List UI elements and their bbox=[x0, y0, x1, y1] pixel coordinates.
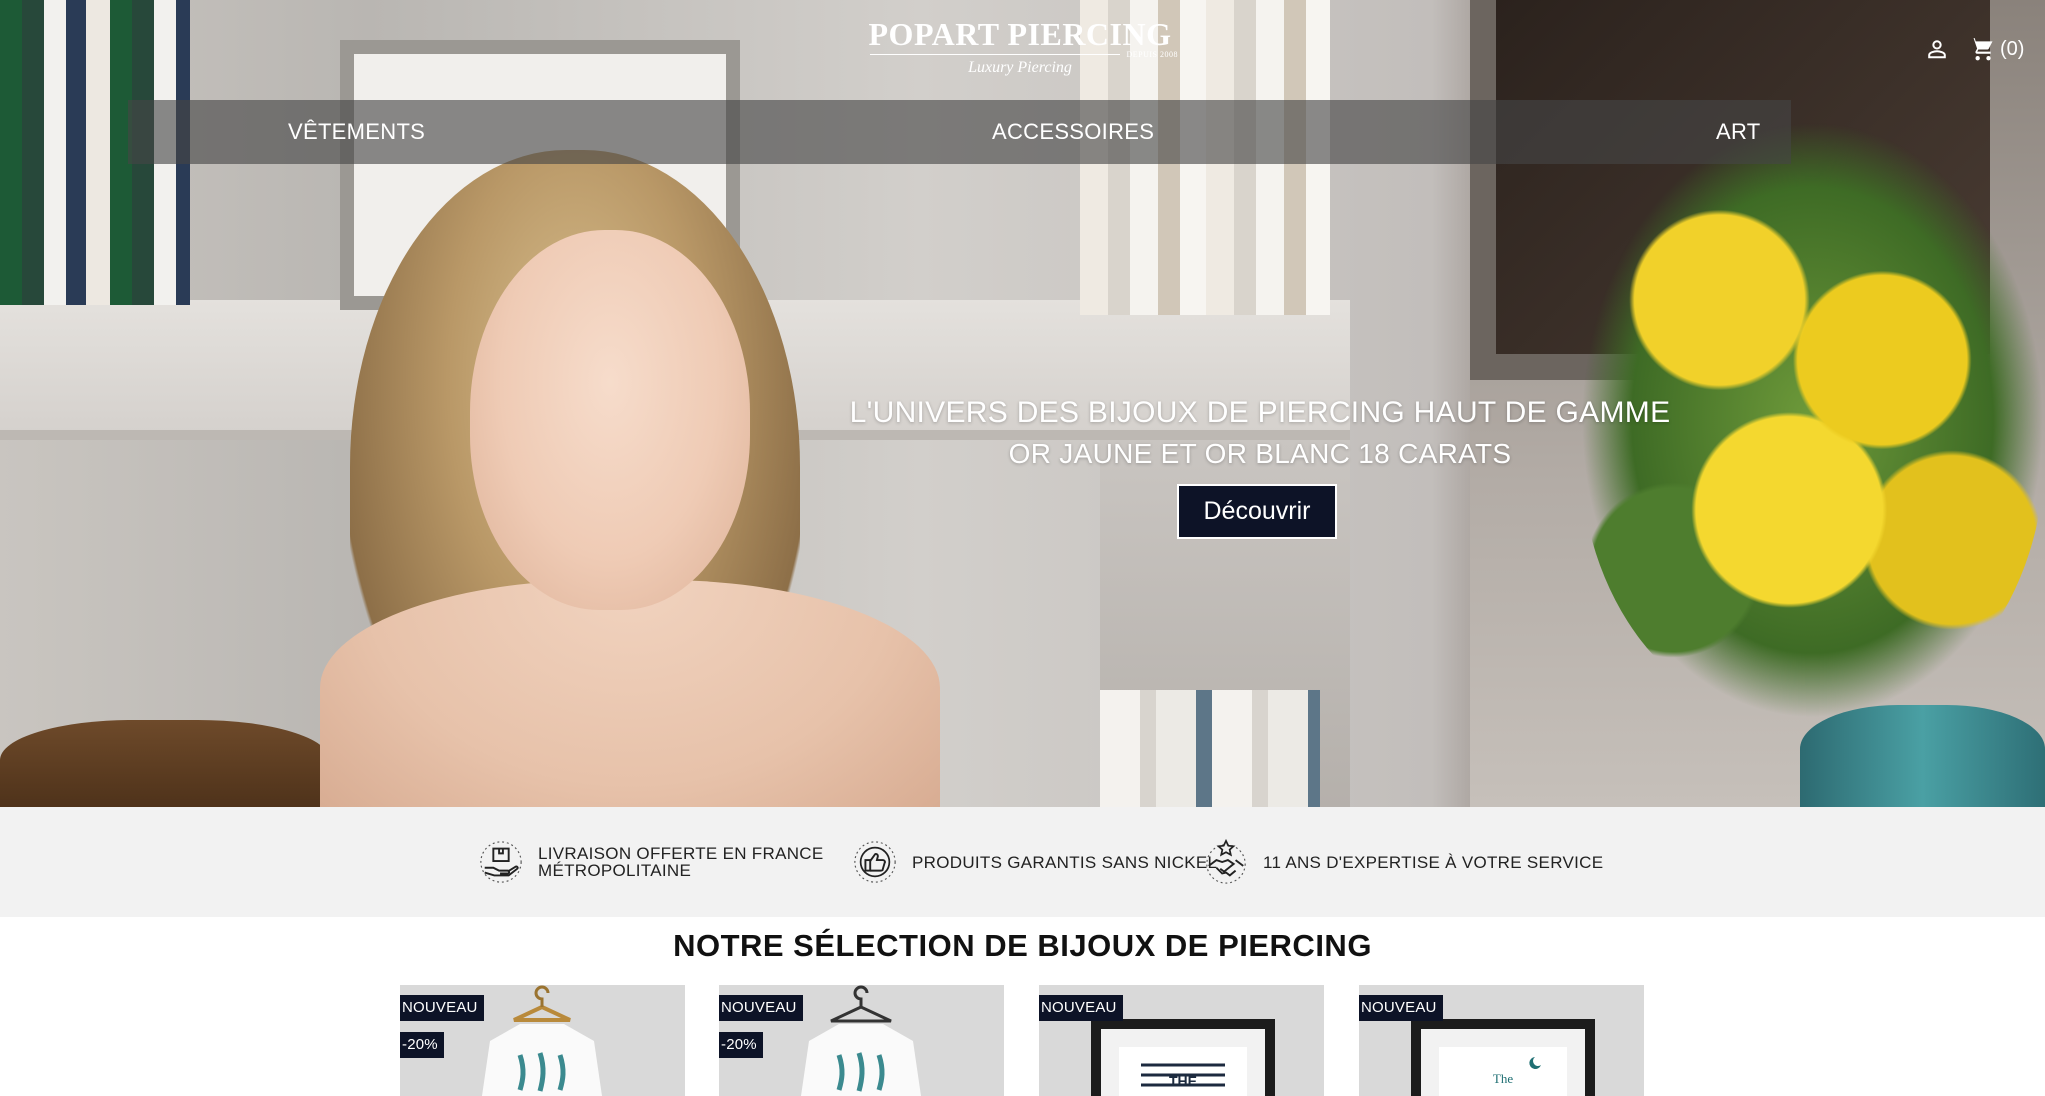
reassurance-item-expertise: 11 ANS D'EXPERTISE À VOTRE SERVICE bbox=[1203, 807, 1603, 917]
product-card[interactable]: NOUVEAU -20% bbox=[400, 985, 685, 1096]
reassurance-expertise-text: 11 ANS D'EXPERTISE À VOTRE SERVICE bbox=[1263, 852, 1604, 872]
poster-text-the: THE bbox=[1169, 1073, 1197, 1089]
logo-subtitle: Luxury Piercing bbox=[968, 59, 1072, 76]
discover-button[interactable]: Découvrir bbox=[1177, 484, 1337, 539]
reassurance-delivery-line1: LIVRAISON OFFERTE EN FRANCE bbox=[538, 844, 824, 863]
cart-icon[interactable] bbox=[1968, 36, 1996, 62]
new-badge: NOUVEAU bbox=[1359, 995, 1443, 1021]
new-badge: NOUVEAU bbox=[719, 995, 803, 1021]
hero-title-line2: OR JAUNE ET OR BLANC 18 CARATS bbox=[1008, 438, 1512, 469]
thumbs-up-badge-icon bbox=[854, 841, 896, 883]
delivery-hand-icon bbox=[480, 841, 522, 883]
handshake-star-icon bbox=[1206, 839, 1246, 884]
new-badge: NOUVEAU bbox=[1039, 995, 1123, 1021]
new-badge: NOUVEAU bbox=[400, 995, 484, 1021]
hero-chair bbox=[0, 720, 330, 807]
logo-since: DEPUIS 2008 bbox=[1126, 50, 1178, 59]
nav-item-art[interactable]: ART bbox=[1716, 100, 1761, 164]
product-card[interactable]: The NOUVEAU bbox=[1359, 985, 1644, 1096]
cart-count[interactable]: (0) bbox=[2000, 36, 2024, 62]
discount-badge: -20% bbox=[719, 1032, 763, 1058]
logo-title: POPART PIERCING bbox=[868, 16, 1172, 52]
nav-item-vetements[interactable]: VÊTEMENTS bbox=[288, 100, 425, 164]
reassurance-item-delivery: LIVRAISON OFFERTE EN FRANCE MÉTROPOLITAI… bbox=[478, 807, 824, 917]
product-card[interactable]: NOUVEAU -20% bbox=[719, 985, 1004, 1096]
hero-model-face bbox=[470, 230, 750, 610]
hero-model-body bbox=[320, 580, 940, 807]
product-card[interactable]: THE NOUVEAU bbox=[1039, 985, 1324, 1096]
poster-text-the-2: The bbox=[1493, 1071, 1513, 1086]
nav-item-accessoires[interactable]: ACCESSOIRES bbox=[992, 100, 1154, 164]
reassurance-nickel-text: PRODUITS GARANTIS SANS NICKEL bbox=[912, 852, 1218, 872]
reassurance-delivery-line2: MÉTROPOLITAINE bbox=[538, 861, 692, 880]
hero-books-low bbox=[1100, 690, 1320, 807]
hero-vase bbox=[1800, 705, 2045, 807]
hero-title-line1: L'UNIVERS DES BIJOUX DE PIERCING HAUT DE… bbox=[849, 396, 1671, 429]
logo-divider bbox=[870, 54, 1121, 55]
main-nav: VÊTEMENTS ACCESSOIRES ART bbox=[128, 100, 1791, 164]
user-icon[interactable] bbox=[1926, 38, 1948, 60]
reassurance-text-delivery: LIVRAISON OFFERTE EN FRANCE MÉTROPOLITAI… bbox=[538, 845, 824, 879]
reassurance-item-nickel: PRODUITS GARANTIS SANS NICKEL bbox=[852, 807, 1217, 917]
reassurance-bar: LIVRAISON OFFERTE EN FRANCE MÉTROPOLITAI… bbox=[0, 807, 2045, 917]
hero-banner: POPART PIERCING DEPUIS 2008 Luxury Pierc… bbox=[0, 0, 2045, 807]
discount-badge: -20% bbox=[400, 1032, 444, 1058]
site-logo[interactable]: POPART PIERCING DEPUIS 2008 Luxury Pierc… bbox=[862, 16, 1178, 77]
selection-title: NOTRE SÉLECTION DE BIJOUX DE PIERCING bbox=[673, 928, 1372, 963]
